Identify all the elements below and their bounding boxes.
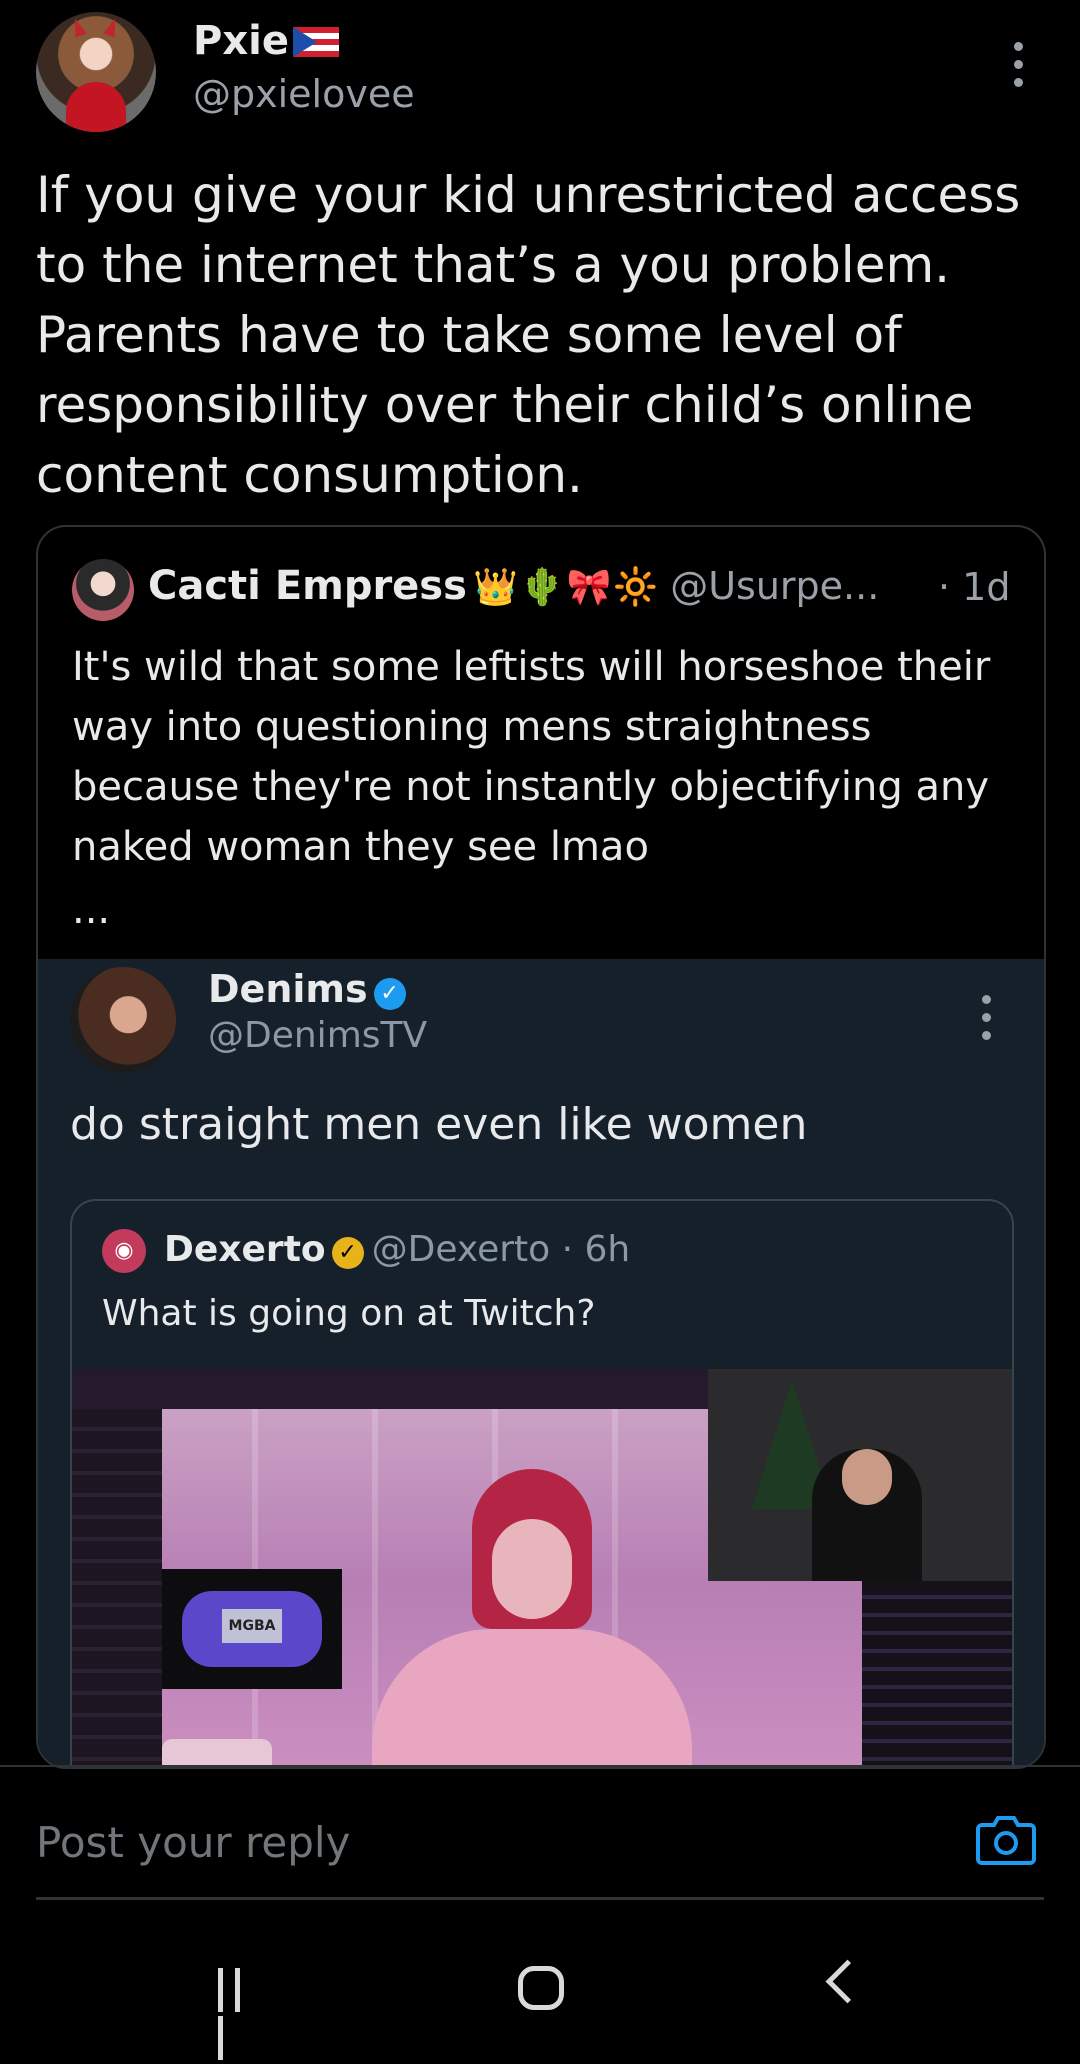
avatar-horn-left	[69, 16, 87, 38]
media-streamer-face	[492, 1519, 572, 1619]
embedded-author-name: Denims	[208, 967, 368, 1011]
quoted-post-text: It's wild that some leftists will horses…	[72, 644, 991, 870]
inner-author-handle: @Dexerto · 6h	[371, 1229, 631, 1270]
embedded-more-icon	[982, 995, 992, 1049]
embedded-screenshot[interactable]: Denims ✓ @DenimsTV do straight men even l…	[38, 959, 1044, 1767]
author-display-name[interactable]: Pxie	[193, 18, 289, 64]
media-chat-panel	[862, 1581, 1012, 1767]
inner-author-row: Dexerto ✓ @Dexerto · 6h	[164, 1229, 630, 1270]
media-webcam-face	[842, 1449, 892, 1505]
post-text: If you give your kid unrestricted access…	[36, 166, 1021, 504]
dexerto-logo-icon: ◉	[102, 1229, 146, 1273]
author-name-row[interactable]: Pxie	[193, 18, 339, 64]
embedded-quote-card: ◉ Dexerto ✓ @Dexerto · 6h What is going on…	[70, 1199, 1014, 1767]
inner-author-name: Dexerto	[164, 1229, 326, 1270]
verified-badge-icon: ✓	[373, 978, 406, 1010]
quoted-post-time: · 1d	[938, 565, 1011, 609]
avatar-outfit	[66, 82, 126, 132]
recent-apps-icon[interactable]	[218, 1968, 268, 2060]
flag-icon	[292, 27, 339, 57]
embedded-author-handle: @DenimsTV	[208, 1015, 428, 1056]
stream-screenshot-image: MGBA	[72, 1369, 1012, 1767]
quoted-author-handle[interactable]: @Usurpe...	[670, 564, 879, 608]
camera-icon[interactable]	[976, 1813, 1036, 1865]
inner-post-text: What is going on at Twitch?	[102, 1293, 596, 1334]
quoted-author-avatar[interactable]	[72, 559, 134, 621]
more-options-icon[interactable]	[1014, 42, 1024, 96]
home-icon[interactable]	[518, 1966, 564, 2010]
reply-input[interactable]: Post your reply	[36, 1818, 350, 1867]
quoted-author-emojis: 👑🌵🎀🔆	[472, 567, 661, 608]
quoted-post-card[interactable]: Cacti Empress 👑🌵🎀🔆 @Usurpe... · 1d It's wi…	[36, 525, 1046, 1769]
author-handle[interactable]: @pxielovee	[193, 72, 415, 116]
embedded-author-avatar	[70, 967, 176, 1073]
media-channel-sidebar	[72, 1409, 162, 1767]
quoted-author-name[interactable]: Cacti Empress	[148, 563, 467, 609]
embedded-author-row: Denims ✓	[208, 967, 406, 1011]
reply-divider	[0, 1765, 1080, 1767]
media-gba-label: MGBA	[222, 1609, 282, 1643]
embedded-post-text: do straight men even like women	[70, 1099, 808, 1150]
author-avatar[interactable]	[36, 12, 156, 132]
verified-gold-badge-icon: ✓	[331, 1237, 364, 1269]
quoted-author-row: Cacti Empress 👑🌵🎀🔆 @Usurpe...	[148, 563, 879, 609]
avatar-horn-right	[103, 16, 121, 38]
quoted-post-ellipsis: ...	[72, 887, 111, 933]
